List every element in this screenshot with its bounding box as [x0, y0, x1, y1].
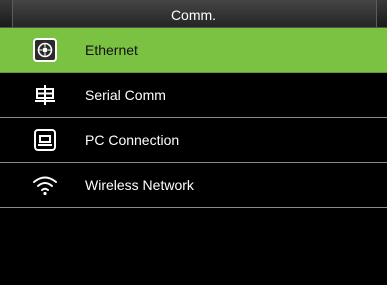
menu-item-label: Serial Comm [85, 87, 166, 103]
page-title: Comm. [170, 7, 217, 23]
menu-item-serial-comm[interactable]: Serial Comm [0, 73, 387, 118]
title-bar: Comm. [0, 0, 387, 28]
pc-connection-icon [31, 126, 59, 154]
menu-item-wireless-network[interactable]: Wireless Network [0, 163, 387, 208]
menu-item-label: Ethernet [85, 42, 138, 58]
menu-item-label: Wireless Network [85, 177, 194, 193]
menu-item-pc-connection[interactable]: PC Connection [0, 118, 387, 163]
comm-screen: Comm. Ethernet Serial Comm PC Connection… [0, 0, 387, 285]
wifi-icon [31, 171, 59, 199]
comm-menu: Ethernet Serial Comm PC Connection Wirel… [0, 28, 387, 208]
menu-item-label: PC Connection [85, 132, 180, 148]
menu-item-ethernet[interactable]: Ethernet [0, 28, 387, 73]
serial-comm-icon [31, 81, 59, 109]
ethernet-icon [31, 36, 59, 64]
